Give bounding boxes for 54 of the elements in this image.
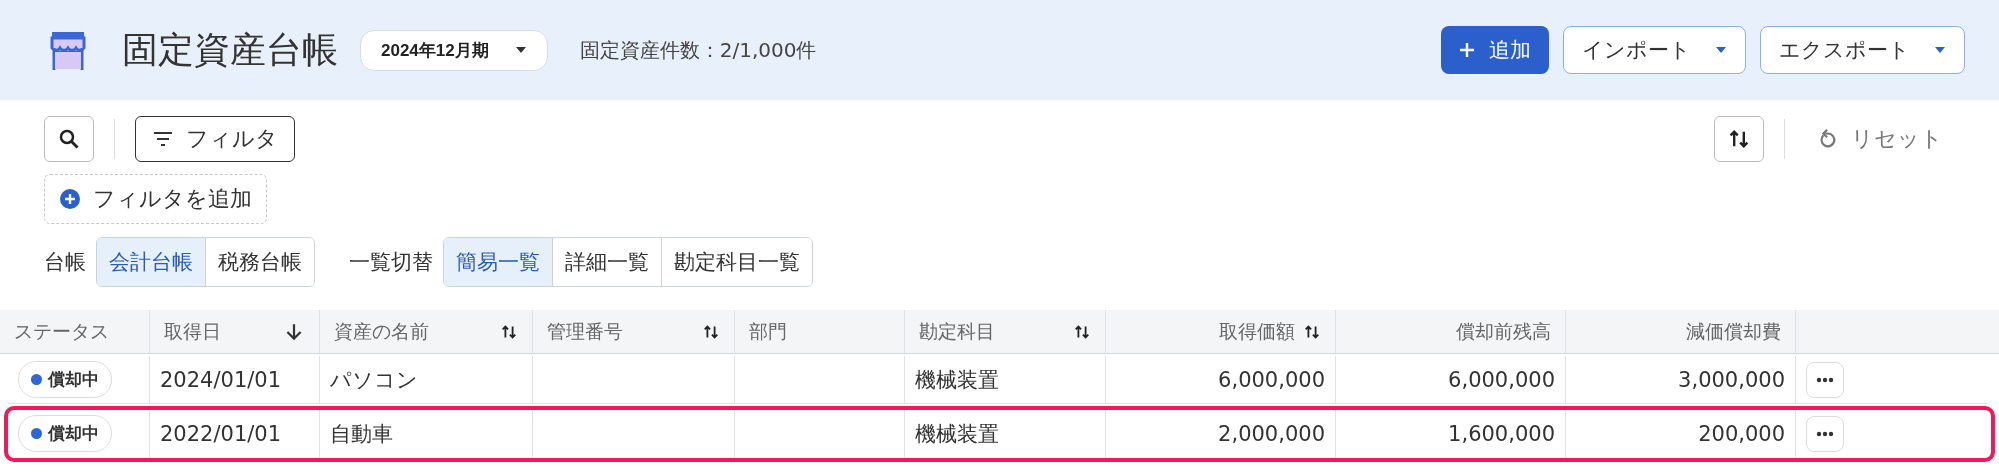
status-badge: 償却中 [18, 415, 112, 452]
more-button[interactable] [1806, 361, 1844, 398]
period-dropdown[interactable]: 2024年12月期 [360, 29, 548, 71]
column-header: 勘定科目 [905, 310, 1106, 354]
segment-tab[interactable]: 会計台帳 [97, 238, 206, 286]
more-button[interactable] [1806, 415, 1844, 452]
column-header: 減価償却費 [1566, 310, 1796, 354]
reset-button[interactable]: リセット [1805, 124, 1955, 154]
column-header: 取得価額 [1106, 310, 1336, 354]
asset-count: 固定資産件数：2/1,000件 [579, 36, 817, 64]
table-cell: 1,600,000 [1336, 410, 1566, 458]
sort-icon[interactable] [1073, 322, 1091, 341]
more-icon [1816, 430, 1834, 437]
dropdown-button[interactable]: エクスポート [1760, 26, 1965, 74]
plus-circle-icon [59, 188, 81, 210]
filter-button[interactable]: フィルタ [135, 116, 295, 162]
table-cell: 自動車 [320, 410, 533, 458]
sort-icon[interactable] [702, 322, 720, 341]
sort-icon [1727, 127, 1751, 151]
sort-icon[interactable] [500, 322, 518, 341]
search-icon [57, 127, 81, 151]
column-header: 資産の名前 [320, 310, 533, 354]
filter-icon [152, 131, 174, 147]
sort-icon[interactable] [1303, 322, 1321, 341]
table-cell: 2,000,000 [1106, 410, 1336, 458]
table-cell: 機械装置 [905, 356, 1106, 404]
caret-icon [514, 46, 527, 54]
column-header: ステータス [0, 310, 150, 354]
page-title: 固定資産台帳 [122, 27, 338, 72]
table-cell: 6,000,000 [1106, 356, 1336, 404]
add-button[interactable]: 追加 [1441, 26, 1549, 74]
table-cell: 6,000,000 [1336, 356, 1566, 404]
ledger-label: 台帳 [44, 249, 86, 276]
table-cell: 200,000 [1566, 410, 1796, 458]
column-header: 償却前残高 [1336, 310, 1566, 354]
table-cell: パソコン [320, 356, 533, 404]
column-header: 管理番号 [533, 310, 735, 354]
table-cell: 機械装置 [905, 410, 1106, 458]
status-badge: 償却中 [18, 361, 112, 398]
table-cell: 3,000,000 [1566, 356, 1796, 404]
search-button[interactable] [44, 116, 94, 162]
column-header: 取得日 [150, 310, 320, 354]
sort-button[interactable] [1714, 116, 1764, 162]
table-cell: 2024/01/01 [150, 356, 320, 404]
more-icon [1816, 376, 1834, 383]
caret-icon [1934, 46, 1946, 54]
add-filter-button[interactable]: フィルタを追加 [44, 174, 267, 224]
column-header: 部門 [735, 310, 905, 354]
caret-icon [1715, 46, 1727, 54]
plus-icon [1459, 42, 1475, 58]
view-label: 一覧切替 [349, 249, 433, 276]
dropdown-button[interactable]: インポート [1563, 26, 1746, 74]
segment-tab[interactable]: 簡易一覧 [444, 238, 553, 286]
table-cell: 2022/01/01 [150, 410, 320, 458]
